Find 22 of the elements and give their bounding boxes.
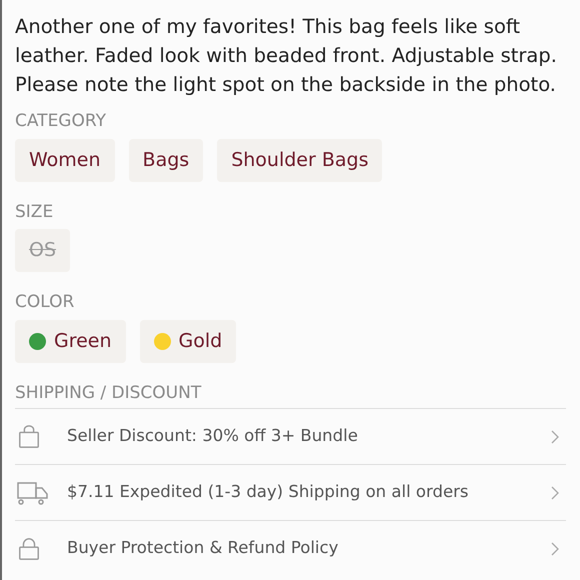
shipping-text: Buyer Protection & Refund Policy (67, 537, 340, 560)
shipping-row[interactable]: Seller Discount: 30% off 3+ Bundle (15, 408, 566, 464)
category-chip[interactable]: Bags (128, 138, 204, 182)
section-heading: SHIPPING / DISCOUNT (15, 382, 202, 404)
shipping-text: $7.11 Expedited (1-3 day) Shipping on all orders (67, 481, 470, 504)
chevron-icon (551, 486, 560, 500)
chevron-icon (551, 542, 560, 556)
bag-icon (17, 424, 41, 449)
color-chip[interactable]: Gold (140, 320, 236, 362)
lock-icon (17, 536, 41, 561)
section-heading: COLOR (15, 291, 76, 314)
section-heading: CATEGORY (15, 110, 107, 133)
color-chip[interactable]: Green (15, 320, 126, 362)
category-chip[interactable]: Shoulder Bags (217, 138, 382, 182)
chevron-icon (551, 430, 560, 444)
shipping-row[interactable]: $7.11 Expedited (1-3 day) Shipping on all orders (15, 464, 566, 520)
truck-icon (17, 480, 49, 506)
shipping-row[interactable]: Buyer Protection & Refund Policy (15, 520, 566, 576)
section-heading: SIZE (15, 200, 54, 224)
category-chip[interactable]: Women (15, 138, 115, 182)
shipping-text: Seller Discount: 30% off 3+ Bundle (67, 425, 359, 448)
item-description: Another one of my favorites! This bag feels like soft leather. Faded look with beaded front. Adjustable strap. Please note the light spot on the backside in the photo. (15, 14, 558, 98)
